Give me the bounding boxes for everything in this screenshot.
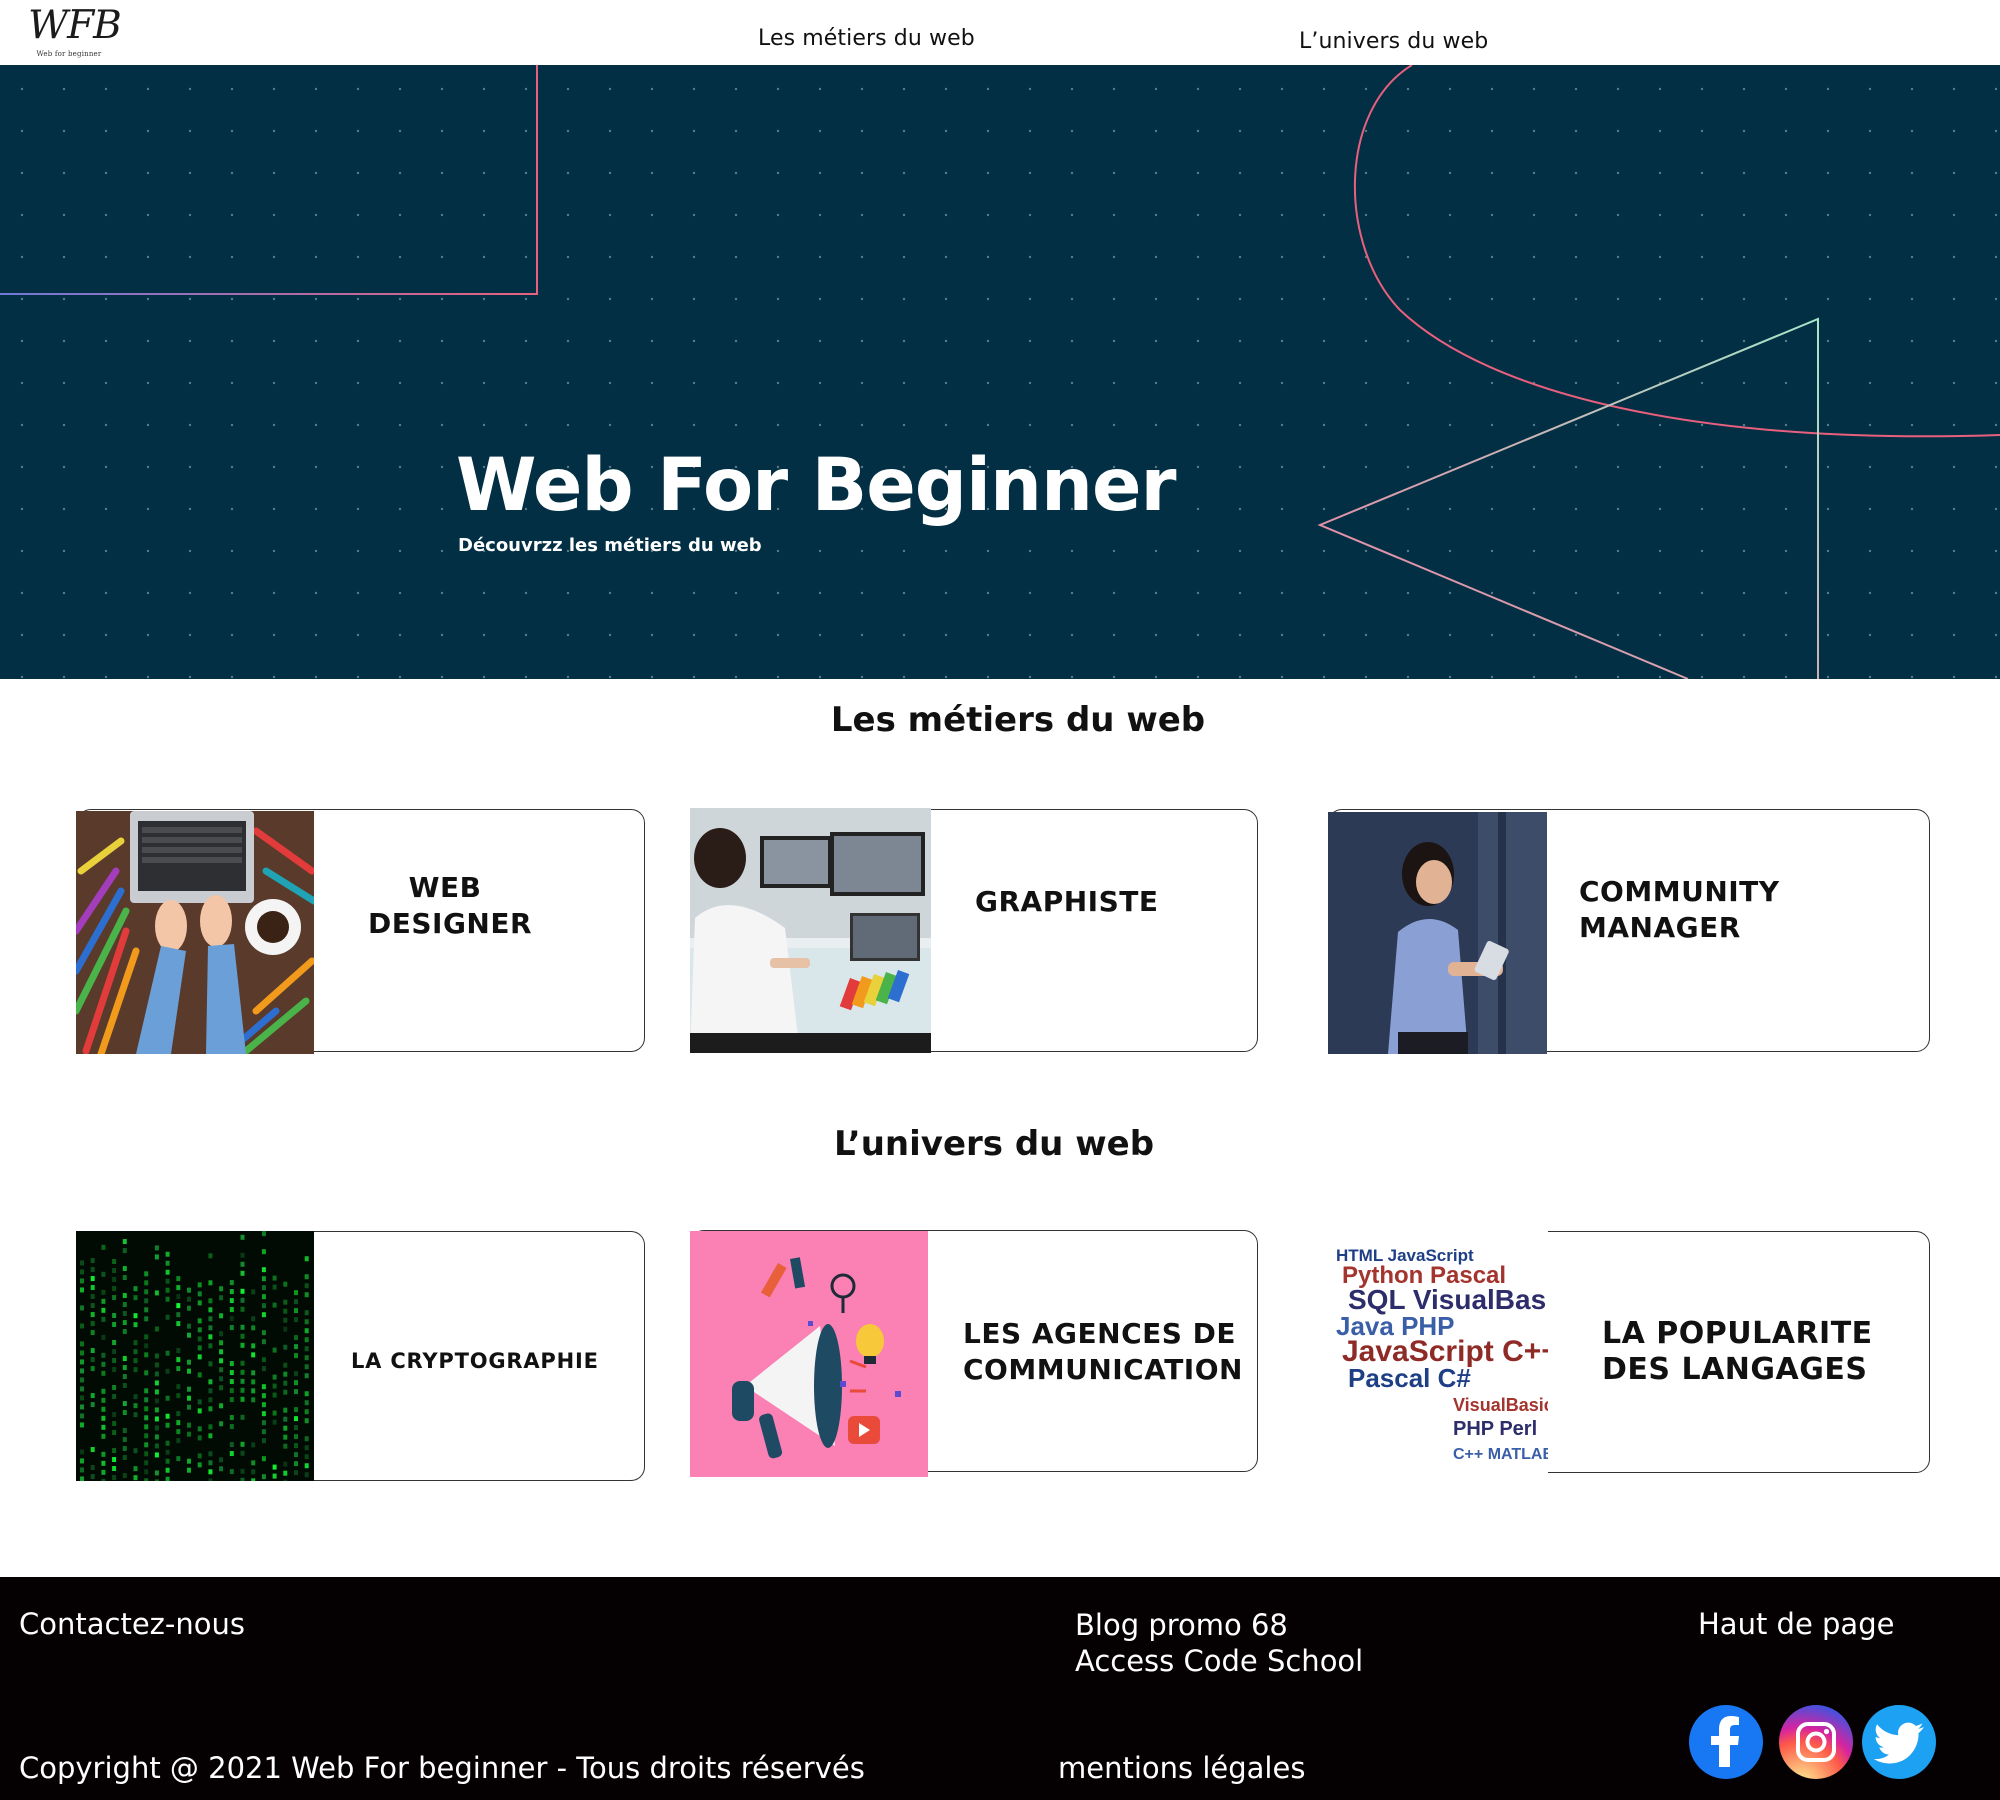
card-label-line1: WEB <box>408 871 482 904</box>
logo-subtitle: Web for beginner <box>36 50 102 58</box>
footer-blog-info: Blog promo 68 Access Code School <box>1075 1607 1363 1679</box>
footer-contact-link[interactable]: Contactez-nous <box>19 1607 245 1641</box>
card-label-line2: DESIGNER <box>368 907 533 940</box>
instagram-icon[interactable] <box>1779 1705 1853 1779</box>
footer-legal-link[interactable]: mentions légales <box>1058 1751 1305 1785</box>
footer-blog-line1: Blog promo 68 <box>1075 1608 1288 1642</box>
web-designer-image <box>76 811 314 1054</box>
dot-grid <box>0 65 2000 679</box>
word-cloud-term: VisualBasic Groovy <box>1453 1395 1548 1415</box>
agences-communication-image <box>690 1231 928 1477</box>
card-label-line1: LA CRYPTOGRAPHIE <box>351 1349 599 1373</box>
twitter-icon[interactable] <box>1862 1705 1936 1779</box>
graphiste-image <box>690 808 931 1053</box>
card-label-line1: GRAPHISTE <box>975 885 1159 918</box>
nav-link-metiers[interactable]: Les métiers du web <box>758 26 975 51</box>
card-label-line1: LES AGENCES DE <box>963 1317 1237 1350</box>
section-title-metiers: Les métiers du web <box>830 700 1206 740</box>
site-logo[interactable]: WFB Web for beginner <box>28 3 122 62</box>
cryptographie-image <box>76 1231 314 1481</box>
section-title-univers: L’univers du web <box>833 1124 1155 1164</box>
hero-banner: Web For Beginner Découvrzz les métiers d… <box>0 65 2000 679</box>
word-cloud-term: Pascal C# <box>1348 1363 1471 1393</box>
community-manager-image <box>1328 812 1547 1054</box>
card-label-line1: COMMUNITY <box>1579 875 1780 908</box>
card-label-popularite-langages: LA POPULARITE DES LANGAGES <box>1602 1316 1873 1388</box>
card-label-agences-communication: LES AGENCES DE COMMUNICATION <box>963 1316 1243 1388</box>
facebook-icon[interactable] <box>1689 1705 1763 1779</box>
hero-title: Web For Beginner <box>456 443 1176 528</box>
card-label-web-designer: WEB DESIGNER <box>368 870 533 942</box>
card-label-cryptographie: LA CRYPTOGRAPHIE <box>351 1343 599 1379</box>
footer-blog-line2: Access Code School <box>1075 1644 1364 1678</box>
footer-copyright: Copyright @ 2021 Web For beginner - Tous… <box>19 1751 865 1785</box>
site-footer: Contactez-nous Blog promo 68 Access Code… <box>0 1577 2000 1800</box>
nav-link-univers[interactable]: L’univers du web <box>1299 29 1488 54</box>
top-navbar: WFB Web for beginner Les métiers du web … <box>0 0 2000 65</box>
card-label-line2: MANAGER <box>1579 911 1741 944</box>
card-label-community-manager: COMMUNITY MANAGER <box>1579 874 1780 946</box>
word-cloud-term: C++ MATLAB <box>1453 1446 1548 1463</box>
card-label-graphiste: GRAPHISTE <box>975 884 1158 920</box>
word-cloud-term: PHP Perl <box>1453 1418 1537 1440</box>
hero-subtitle: Découvrzz les métiers du web <box>458 535 762 556</box>
hero-decoration <box>0 65 2000 679</box>
langages-word-cloud-image: HTML JavaScript Python Pascal SQL VisualBa… <box>1328 1231 1548 1476</box>
back-to-top-link[interactable]: Haut de page <box>1698 1607 1894 1641</box>
card-label-line2: DES LANGAGES <box>1602 1352 1868 1387</box>
logo-mark: WFB <box>28 3 122 48</box>
card-label-line1: LA POPULARITE <box>1602 1316 1873 1351</box>
card-label-line2: COMMUNICATION <box>963 1353 1243 1386</box>
